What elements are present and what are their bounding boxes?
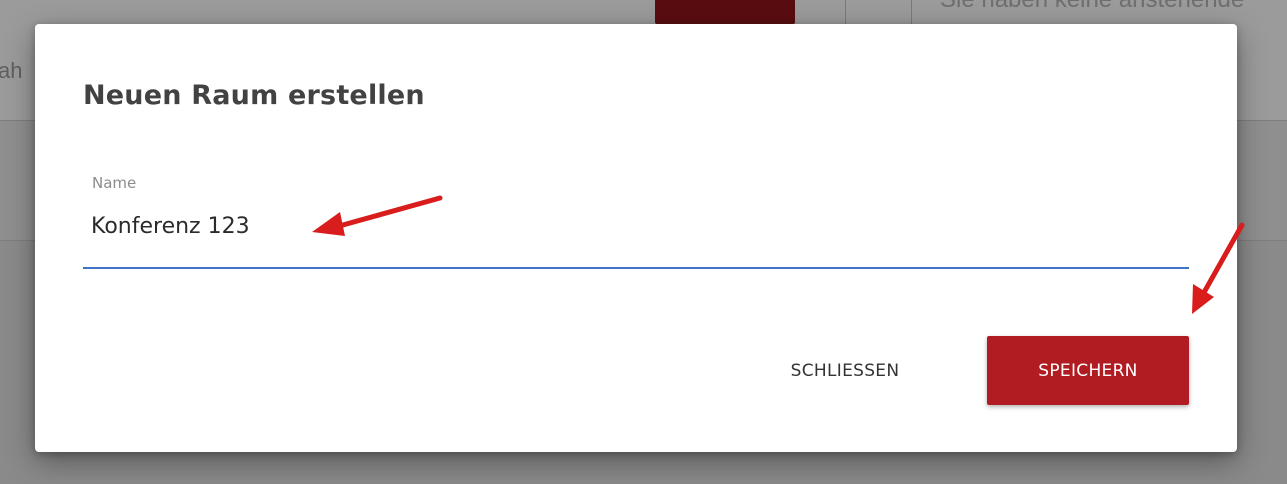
dialog-title: Neuen Raum erstellen (83, 80, 425, 111)
close-button[interactable]: SCHLIESSEN (760, 351, 930, 391)
background-notice-text: Sie haben keine anstehende (940, 0, 1244, 14)
room-name-input[interactable] (91, 208, 1189, 244)
background-button (655, 0, 795, 24)
background-divider (911, 0, 912, 24)
save-button[interactable]: SPEICHERN (987, 336, 1189, 405)
background-label-text: ah (0, 58, 23, 83)
create-room-dialog: Neuen Raum erstellen Name SCHLIESSEN SPE… (35, 24, 1237, 452)
input-underline (83, 267, 1189, 269)
background-divider (845, 0, 846, 24)
name-field-label: Name (92, 174, 137, 192)
